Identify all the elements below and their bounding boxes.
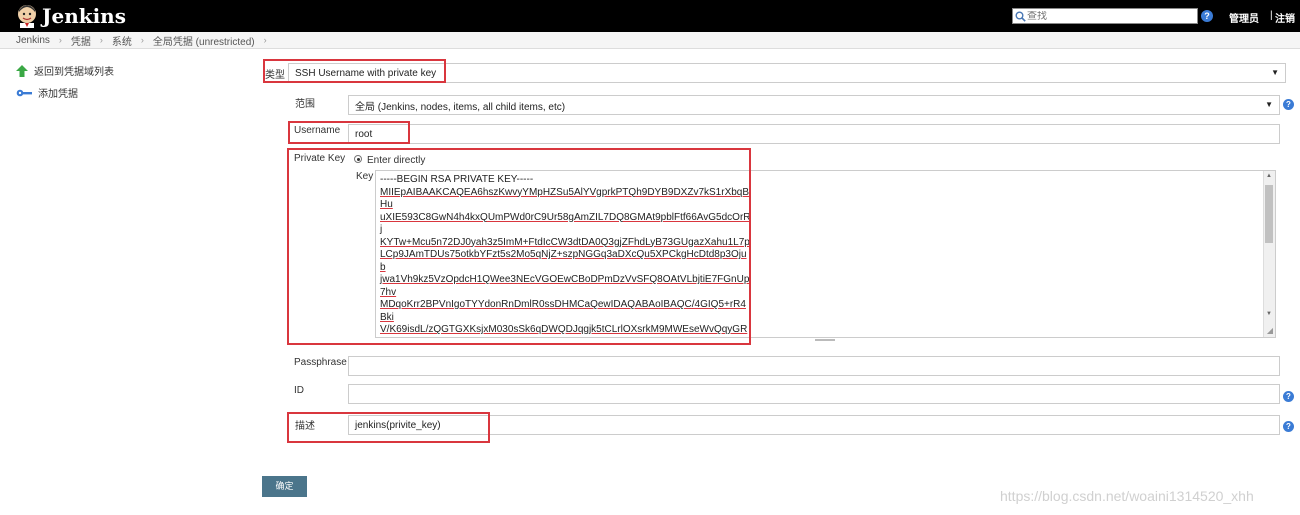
watermark-text: https://blog.csdn.net/woaini1314520_xhh (1000, 488, 1254, 504)
id-label: ID (294, 385, 304, 396)
arrow-up-icon (16, 64, 28, 77)
username-input[interactable]: root (348, 124, 1280, 144)
highlight-username (288, 121, 410, 144)
chevron-right-icon[interactable]: › (59, 35, 62, 45)
logout-link[interactable]: 注销 (1275, 10, 1295, 25)
passphrase-label: Passphrase (294, 357, 347, 368)
scroll-down-icon[interactable]: ▼ (1266, 311, 1272, 317)
sidebar-item-label: 添加凭据 (38, 89, 78, 100)
sidebar-item-add-credential[interactable]: 添加凭据 (16, 85, 78, 100)
jenkins-logo-icon[interactable] (16, 4, 38, 28)
chevron-right-icon[interactable]: › (264, 35, 267, 45)
header-separator: | (1270, 10, 1273, 21)
highlight-description (287, 412, 490, 443)
breadcrumb-global-credentials[interactable]: 全局凭据 (unrestricted) (153, 33, 255, 48)
highlight-type (263, 59, 446, 83)
user-link[interactable]: 管理员 (1229, 10, 1259, 25)
search-icon (1015, 11, 1026, 22)
breadcrumb-jenkins[interactable]: Jenkins (16, 35, 50, 46)
help-icon[interactable]: ? (1283, 421, 1294, 432)
breadcrumb-system[interactable]: 系统 (112, 33, 132, 48)
key-icon (16, 89, 32, 96)
scope-value: 全局 (Jenkins, nodes, items, all child ite… (355, 101, 566, 113)
breadcrumb-credentials[interactable]: 凭据 (71, 33, 91, 48)
scroll-up-icon[interactable]: ▲ (1266, 173, 1272, 179)
key-scrollbar[interactable]: ▲ ▼ (1263, 171, 1275, 337)
scroll-thumb[interactable] (1265, 185, 1273, 243)
passphrase-input[interactable] (348, 356, 1280, 376)
ok-button[interactable]: 确定 (262, 476, 307, 497)
dropdown-arrow-icon: ▼ (1265, 100, 1273, 109)
help-icon[interactable]: ? (1283, 391, 1294, 402)
chevron-right-icon[interactable]: › (141, 35, 144, 45)
sidebar-item-label: 返回到凭据域列表 (34, 67, 114, 78)
sidebar-item-back[interactable]: 返回到凭据域列表 (16, 63, 114, 78)
chevron-right-icon[interactable]: › (100, 35, 103, 45)
breadcrumb: Jenkins › 凭据 › 系统 › 全局凭据 (unrestricted) … (0, 32, 1300, 49)
dropdown-arrow-icon: ▼ (1271, 68, 1279, 77)
search-input[interactable] (1027, 10, 1187, 22)
search-box (1012, 8, 1198, 24)
highlight-private-key (287, 148, 751, 345)
top-header: Jenkins ? 管理员 | 注销 (0, 0, 1300, 32)
textarea-resize-handle[interactable] (815, 339, 835, 341)
scope-select[interactable]: 全局 (Jenkins, nodes, items, all child ite… (348, 95, 1280, 115)
id-input[interactable] (348, 384, 1280, 404)
help-icon[interactable]: ? (1201, 10, 1213, 22)
scope-label: 范围 (295, 99, 315, 110)
resize-grip-icon[interactable]: ◢ (1267, 326, 1273, 335)
help-icon[interactable]: ? (1283, 99, 1294, 110)
brand-title[interactable]: Jenkins (42, 4, 126, 28)
